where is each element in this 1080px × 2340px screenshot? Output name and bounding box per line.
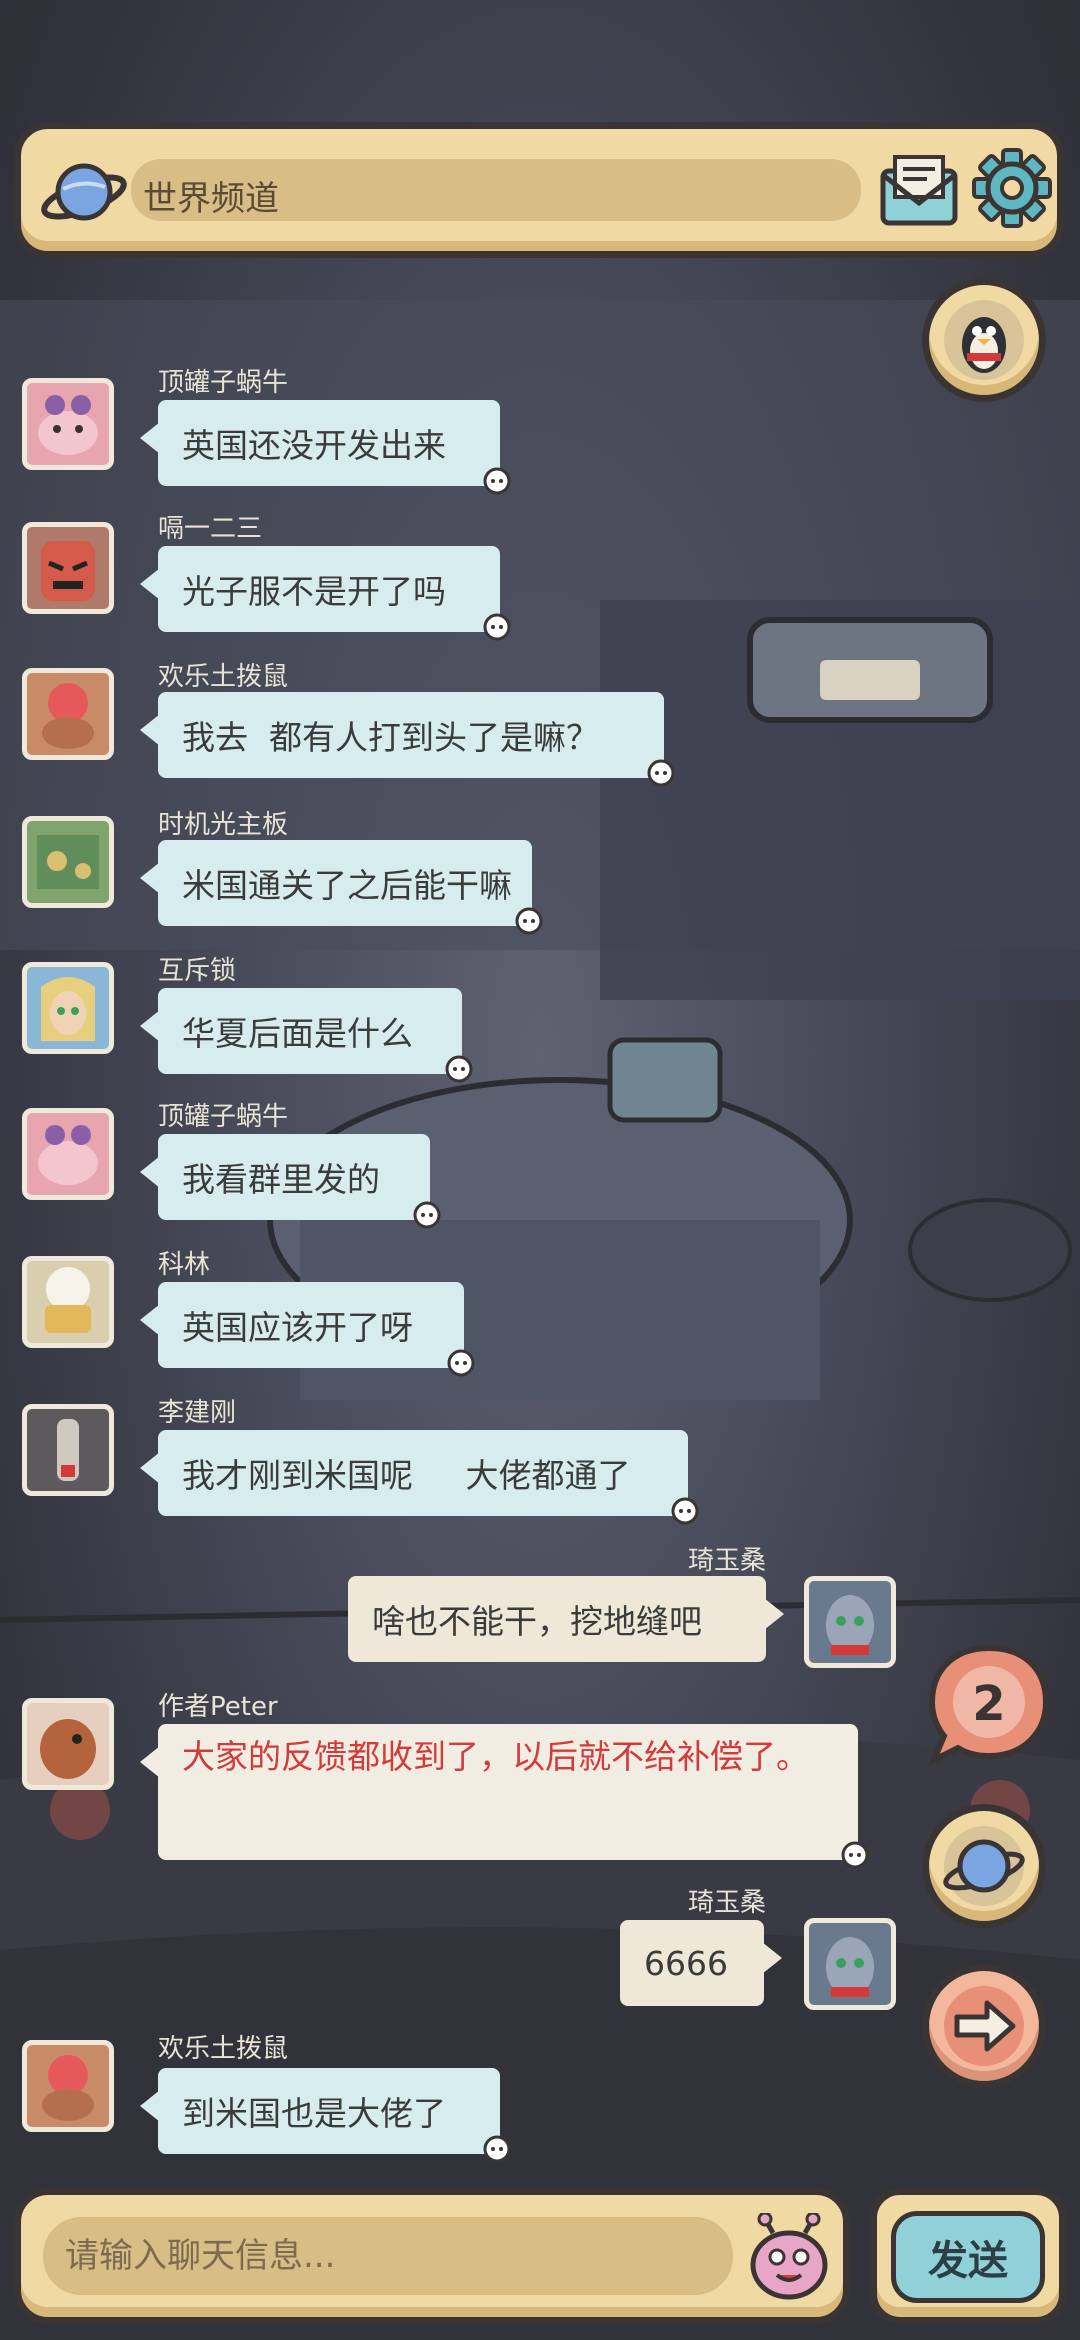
sender-name: 科林 bbox=[158, 1250, 211, 1280]
message-text: 我才刚到米国呢 大佬都通了 bbox=[182, 1456, 631, 1495]
avatar[interactable] bbox=[22, 522, 114, 614]
message-bubble: 啥也不能干，挖地缝吧 bbox=[348, 1576, 784, 1662]
message-bubble: 我才刚到米国呢 大佬都通了 bbox=[140, 1430, 699, 1525]
message-text: 我看群里发的 bbox=[182, 1160, 380, 1199]
message-bubble: 到米国也是大佬了 bbox=[140, 2068, 511, 2163]
sender-name: 欢乐土拨鼠 bbox=[158, 662, 289, 692]
avatar[interactable] bbox=[22, 816, 114, 908]
message-text: 米国通关了之后能干嘛 bbox=[182, 866, 512, 905]
message-text: 光子服不是开了吗 bbox=[182, 572, 446, 611]
arrow-right-icon bbox=[944, 1986, 1024, 2066]
channel-label: 世界频道 bbox=[143, 179, 279, 219]
planet-icon bbox=[41, 163, 127, 221]
reply-dot-icon bbox=[671, 1497, 699, 1525]
message-bubble: 华夏后面是什么 bbox=[140, 988, 473, 1083]
sender-name: 琦玉桑 bbox=[688, 1888, 767, 1918]
world-channel-button[interactable] bbox=[922, 1804, 1046, 1928]
sender-name: 顶罐子蜗牛 bbox=[158, 368, 289, 398]
sender-name: 琦玉桑 bbox=[688, 1546, 767, 1576]
sender-name: 互斥锁 bbox=[158, 956, 237, 986]
reply-dot-icon bbox=[483, 2135, 511, 2163]
avatar[interactable] bbox=[22, 378, 114, 470]
channel-selector[interactable]: 世界频道 bbox=[131, 159, 861, 221]
unread-messages-button[interactable]: 2 bbox=[924, 1640, 1054, 1768]
qq-share-button[interactable] bbox=[922, 278, 1046, 402]
message-text: 英国应该开了呀 bbox=[182, 1308, 413, 1347]
message-text: 我去 都有人打到头了是嘛？ bbox=[182, 718, 599, 757]
message-bubble: 我看群里发的 bbox=[140, 1134, 441, 1229]
message-bubble: 英国还没开发出来 bbox=[140, 400, 511, 495]
message-bubble: 6666 bbox=[620, 1920, 782, 2006]
mail-icon[interactable] bbox=[877, 151, 961, 231]
message-bubble: 英国应该开了呀 bbox=[140, 1282, 475, 1377]
channel-header: 世界频道 bbox=[14, 122, 1064, 258]
sender-name: 时机光主板 bbox=[158, 810, 289, 840]
avatar[interactable] bbox=[22, 1256, 114, 1348]
message-text: 啥也不能干，挖地缝吧 bbox=[372, 1602, 702, 1641]
message-text: 华夏后面是什么 bbox=[182, 1014, 413, 1053]
next-button[interactable] bbox=[922, 1964, 1046, 2088]
avatar[interactable] bbox=[22, 668, 114, 760]
sender-name: 李建刚 bbox=[158, 1398, 237, 1428]
chat-input-bar bbox=[14, 2188, 850, 2324]
chat-input[interactable] bbox=[43, 2217, 733, 2295]
avatar[interactable] bbox=[22, 2040, 114, 2132]
message-text: 英国还没开发出来 bbox=[182, 426, 446, 465]
message-bubble: 大家的反馈都收到了，以后就不给补偿了。 bbox=[140, 1724, 869, 1869]
send-bar: 发送 bbox=[870, 2188, 1066, 2324]
reply-dot-icon bbox=[413, 1201, 441, 1229]
reply-dot-icon bbox=[483, 613, 511, 641]
sender-name: 嗝一二三 bbox=[158, 514, 263, 544]
gear-icon[interactable] bbox=[971, 147, 1053, 229]
reply-dot-icon bbox=[447, 1349, 475, 1377]
avatar[interactable] bbox=[22, 1698, 114, 1790]
reply-dot-icon bbox=[841, 1841, 869, 1869]
penguin-icon bbox=[944, 300, 1024, 380]
message-text: 到米国也是大佬了 bbox=[182, 2094, 446, 2133]
avatar[interactable] bbox=[22, 1108, 114, 1200]
unread-count: 2 bbox=[972, 1676, 1006, 1732]
message-bubble: 我去 都有人打到头了是嘛？ bbox=[140, 692, 675, 787]
reply-dot-icon bbox=[445, 1055, 473, 1083]
sender-name: 欢乐土拨鼠 bbox=[158, 2034, 289, 2064]
sender-name: 作者Peter bbox=[158, 1692, 278, 1722]
avatar[interactable] bbox=[804, 1918, 896, 2010]
message-text: 6666 bbox=[644, 1943, 728, 1983]
message-text: 大家的反馈都收到了，以后就不给补偿了。 bbox=[182, 1737, 809, 1776]
reply-dot-icon bbox=[515, 907, 543, 935]
reply-dot-icon bbox=[483, 467, 511, 495]
send-button[interactable]: 发送 bbox=[891, 2211, 1045, 2303]
planet-icon bbox=[943, 1826, 1025, 1906]
message-bubble: 光子服不是开了吗 bbox=[140, 546, 511, 641]
avatar[interactable] bbox=[22, 962, 114, 1054]
message-bubble: 米国通关了之后能干嘛 bbox=[140, 840, 543, 935]
reply-dot-icon bbox=[647, 759, 675, 787]
avatar[interactable] bbox=[22, 1404, 114, 1496]
alien-emoji-icon[interactable] bbox=[745, 2213, 833, 2301]
sender-name: 顶罐子蜗牛 bbox=[158, 1102, 289, 1132]
avatar[interactable] bbox=[804, 1576, 896, 1668]
